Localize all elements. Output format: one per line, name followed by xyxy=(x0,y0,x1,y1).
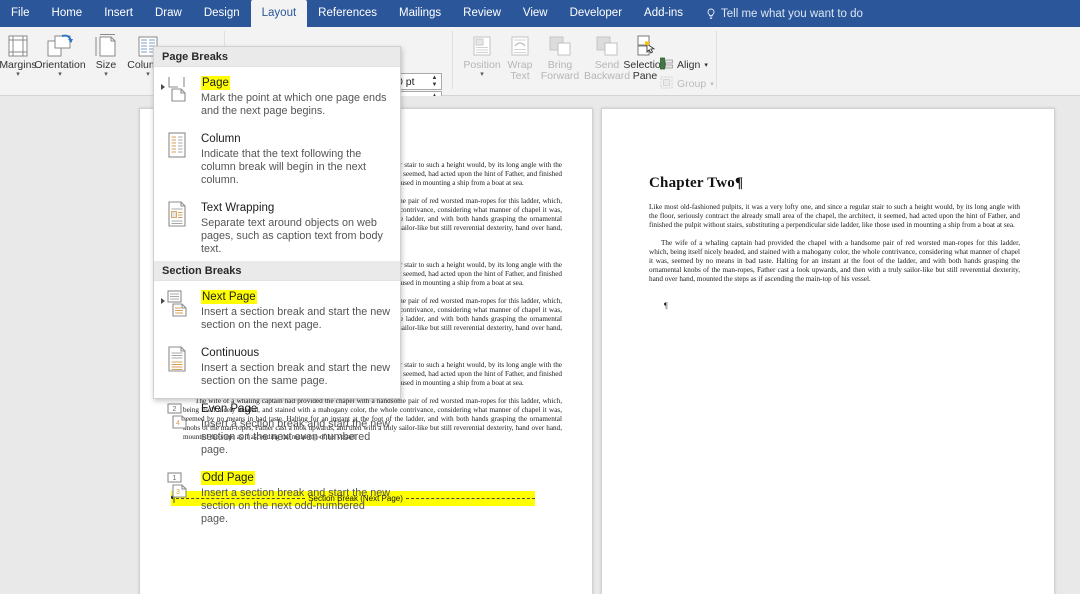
menu-item-page-description: Mark the point at which one page ends an… xyxy=(201,92,387,117)
chevron-down-icon: ▾ xyxy=(146,71,150,78)
chevron-down-icon: ▾ xyxy=(704,62,708,69)
menu-item-next-page-description: Insert a section break and start the new… xyxy=(201,306,391,331)
position-icon xyxy=(470,29,494,59)
menu-item-text-wrapping-title: Text Wrapping xyxy=(201,202,275,214)
menu-item-odd-page-title: Odd Page xyxy=(201,471,255,485)
page2-block-1: Like most old-fashioned pulpits, it was … xyxy=(649,203,1020,230)
tab-file[interactable]: File xyxy=(0,0,41,27)
svg-text:1: 1 xyxy=(173,475,177,482)
size-label: Size xyxy=(95,59,117,71)
chevron-down-icon: ▾ xyxy=(104,71,108,78)
tab-layout[interactable]: Layout xyxy=(250,0,308,27)
next-page-section-icon xyxy=(161,287,192,319)
orientation-icon xyxy=(45,29,75,59)
group-button[interactable]: Group ▾ xyxy=(660,75,714,93)
tab-design[interactable]: Design xyxy=(193,0,251,27)
wrap-text-icon xyxy=(508,29,532,59)
align-label: Align xyxy=(677,59,701,71)
orientation-button[interactable]: Orientation ▾ xyxy=(34,29,86,87)
menu-item-page[interactable]: Page Mark the point at which one page en… xyxy=(154,67,400,123)
menu-item-column-description: Indicate that the text following the col… xyxy=(201,148,367,186)
paragraph-text: The wife of a whaling captain had provid… xyxy=(649,239,1020,284)
odd-page-section-icon: 1 3 xyxy=(162,468,192,500)
align-button[interactable]: Align ▾ xyxy=(660,56,708,74)
submenu-arrow-icon xyxy=(161,84,165,90)
page2-block-2: The wife of a whaling captain had provid… xyxy=(649,239,1020,284)
tab-view[interactable]: View xyxy=(512,0,559,27)
breaks-dropdown-menu[interactable]: Page Breaks Page Mark the point at which… xyxy=(153,46,401,525)
continuous-section-icon xyxy=(162,343,192,375)
tab-review[interactable]: Review xyxy=(452,0,512,27)
svg-text:2: 2 xyxy=(173,406,177,413)
menu-item-text-wrapping-description: Separate text around objects on web page… xyxy=(201,217,383,255)
page-break-icon xyxy=(161,73,192,105)
size-icon xyxy=(93,29,119,59)
menu-item-odd-page-description: Insert a section break and start the new… xyxy=(201,487,391,525)
section-break-rule-right xyxy=(405,497,536,500)
document-page-2[interactable]: Chapter Two¶ Like most old-fashioned pul… xyxy=(601,108,1055,594)
chapter-heading-text: Chapter Two xyxy=(649,175,735,191)
selection-pane-icon xyxy=(632,29,658,59)
margins-icon xyxy=(5,29,31,59)
group-label: Group xyxy=(677,78,707,90)
submenu-arrow-icon xyxy=(161,298,165,304)
svg-text:3: 3 xyxy=(176,489,180,496)
orientation-label: Orientation xyxy=(34,59,86,71)
menu-item-continuous-description: Insert a section break and start the new… xyxy=(201,362,391,387)
even-page-section-icon: 2 4 xyxy=(162,399,192,431)
wrap-text-label: Wrap Text xyxy=(507,59,533,82)
pilcrow-icon: ¶ xyxy=(664,301,668,310)
menu-item-next-page-title: Next Page xyxy=(201,290,257,304)
tell-me-label: Tell me what you want to do xyxy=(721,7,863,20)
section-breaks-section-header: Section Breaks xyxy=(154,261,400,281)
menu-item-next-page[interactable]: Next Page Insert a section break and sta… xyxy=(154,281,400,337)
menu-item-even-page-title: Even Page xyxy=(201,403,258,415)
tab-insert[interactable]: Insert xyxy=(93,0,144,27)
text-wrapping-break-icon xyxy=(162,198,192,230)
tab-references[interactable]: References xyxy=(307,0,388,27)
chapter-heading: Chapter Two¶ xyxy=(649,175,743,192)
lightbulb-icon xyxy=(706,8,716,20)
ribbon-tab-bar: File Home Insert Draw Design Layout Refe… xyxy=(0,0,1080,27)
menu-item-continuous-title: Continuous xyxy=(201,347,260,359)
tab-developer[interactable]: Developer xyxy=(559,0,633,27)
menu-item-odd-page[interactable]: 1 3 Odd Page Insert a section break and … xyxy=(154,462,400,531)
pilcrow-icon: ¶ xyxy=(734,175,744,191)
page-breaks-section-header: Page Breaks xyxy=(154,47,400,67)
chevron-down-icon: ▾ xyxy=(710,81,714,88)
svg-text:4: 4 xyxy=(176,420,180,427)
margins-label: Margins xyxy=(0,59,37,71)
column-break-icon xyxy=(162,129,192,161)
tab-home[interactable]: Home xyxy=(41,0,94,27)
menu-item-even-page[interactable]: 2 4 Even Page Insert a section break and… xyxy=(154,393,400,462)
align-icon xyxy=(660,57,673,73)
menu-item-text-wrapping[interactable]: Text Wrapping Separate text around objec… xyxy=(154,192,400,261)
menu-item-column-title: Column xyxy=(201,133,241,145)
group-icon xyxy=(660,76,673,92)
menu-item-even-page-description: Insert a section break and start the new… xyxy=(201,418,391,456)
menu-item-column[interactable]: Column Indicate that the text following … xyxy=(154,123,400,192)
word-application-window: File Home Insert Draw Design Layout Refe… xyxy=(0,0,1080,594)
bring-forward-icon xyxy=(547,29,573,59)
tab-draw[interactable]: Draw xyxy=(144,0,193,27)
spinner-arrows-icon[interactable]: ▲▼ xyxy=(430,75,439,88)
menu-item-page-title: Page xyxy=(201,76,230,90)
paragraph-text: Like most old-fashioned pulpits, it was … xyxy=(649,203,1020,230)
menu-item-continuous[interactable]: Continuous Insert a section break and st… xyxy=(154,337,400,393)
tab-mailings[interactable]: Mailings xyxy=(388,0,452,27)
tell-me-search[interactable]: Tell me what you want to do xyxy=(706,8,863,20)
chevron-down-icon: ▾ xyxy=(16,71,20,78)
chevron-down-icon: ▾ xyxy=(480,71,484,78)
chevron-down-icon: ▾ xyxy=(58,71,62,78)
tab-addins[interactable]: Add-ins xyxy=(633,0,694,27)
